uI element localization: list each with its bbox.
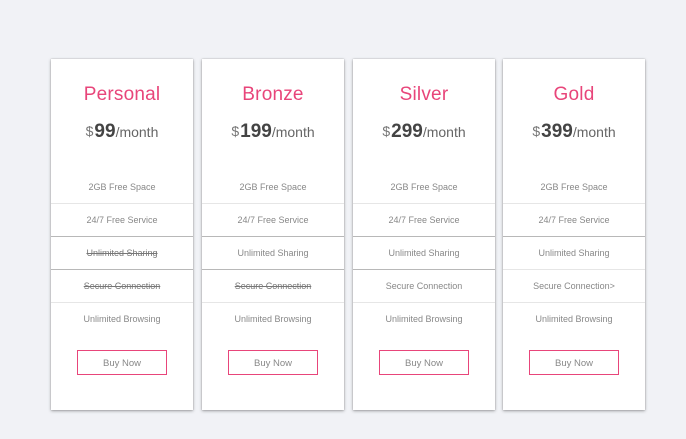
- plan-price: $299/month: [353, 121, 495, 143]
- price-period: /month: [572, 124, 616, 140]
- feature-item: 24/7 Free Service: [51, 203, 193, 236]
- feature-item: Unlimited Sharing: [503, 236, 645, 269]
- feature-item: Unlimited Browsing: [202, 302, 344, 335]
- feature-item: Secure Connection>: [503, 269, 645, 302]
- buy-now-button[interactable]: Buy Now: [529, 350, 619, 375]
- feature-item: 24/7 Free Service: [202, 203, 344, 236]
- feature-item: Secure Connection: [353, 269, 495, 302]
- feature-list: 2GB Free Space 24/7 Free Service Unlimit…: [202, 171, 344, 335]
- feature-list: 2GB Free Space 24/7 Free Service Unlimit…: [51, 171, 193, 335]
- feature-item: 2GB Free Space: [390, 182, 458, 192]
- plan-price: $199/month: [202, 121, 344, 143]
- price-amount: 99: [94, 121, 116, 142]
- feature-item: Unlimited Browsing: [353, 302, 495, 335]
- feature-list: 2GB Free Space 24/7 Free Service Unlimit…: [353, 171, 495, 335]
- currency-symbol: $: [532, 123, 541, 139]
- feature-item: 2GB Free Space: [88, 182, 156, 192]
- pricing-card-personal: Personal $99/month 2GB Free Space 24/7 F…: [51, 59, 193, 410]
- price-period: /month: [115, 124, 159, 140]
- feature-item: Unlimited Sharing: [202, 236, 344, 269]
- pricing-card-bronze: Bronze $199/month 2GB Free Space 24/7 Fr…: [202, 59, 344, 410]
- feature-item: Unlimited Sharing: [51, 236, 193, 269]
- pricing-card-silver: Silver $299/month 2GB Free Space 24/7 Fr…: [353, 59, 495, 410]
- price-amount: 399: [541, 121, 573, 142]
- price-amount: 199: [240, 121, 272, 142]
- currency-symbol: $: [231, 123, 240, 139]
- feature-item: 2GB Free Space: [239, 182, 307, 192]
- plan-price: $99/month: [51, 121, 193, 143]
- feature-item: 24/7 Free Service: [353, 203, 495, 236]
- feature-item: Unlimited Browsing: [51, 302, 193, 335]
- plan-name: Bronze: [242, 84, 304, 105]
- plan-name: Personal: [83, 84, 161, 105]
- price-period: /month: [271, 124, 315, 140]
- feature-list: 2GB Free Space 24/7 Free Service Unlimit…: [503, 171, 645, 335]
- feature-item: Unlimited Sharing: [353, 236, 495, 269]
- plan-name: Gold: [553, 84, 595, 105]
- buy-now-button[interactable]: Buy Now: [228, 350, 318, 375]
- plan-name: Silver: [399, 84, 449, 105]
- buy-now-button[interactable]: Buy Now: [77, 350, 167, 375]
- pricing-card-gold: Gold $399/month 2GB Free Space 24/7 Free…: [503, 59, 645, 410]
- feature-item: Secure Connection: [51, 269, 193, 302]
- price-period: /month: [422, 124, 466, 140]
- currency-symbol: $: [382, 123, 391, 139]
- plan-price: $399/month: [503, 121, 645, 143]
- feature-item: Unlimited Browsing: [503, 302, 645, 335]
- price-amount: 299: [391, 121, 423, 142]
- feature-item: Secure Connection: [202, 269, 344, 302]
- currency-symbol: $: [85, 123, 94, 139]
- buy-now-button[interactable]: Buy Now: [379, 350, 469, 375]
- feature-item: 24/7 Free Service: [503, 203, 645, 236]
- feature-item: 2GB Free Space: [540, 182, 608, 192]
